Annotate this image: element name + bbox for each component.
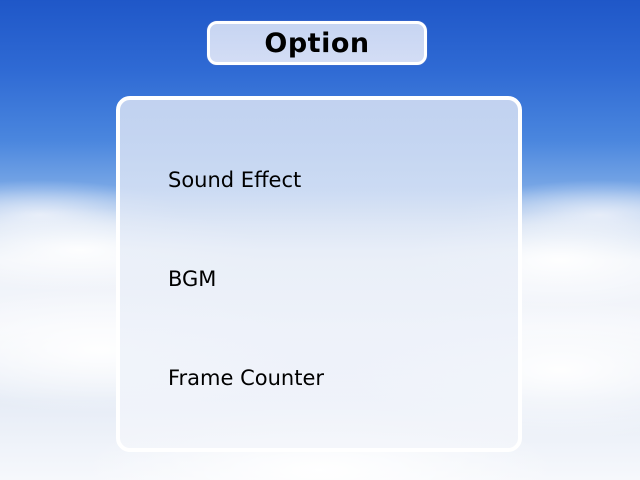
option-bgm[interactable]: BGM: [168, 267, 216, 291]
option-frame-counter[interactable]: Frame Counter: [168, 366, 324, 390]
options-panel: Sound Effect BGM Frame Counter: [116, 96, 522, 452]
title-banner: Option: [207, 21, 427, 65]
screen-title: Option: [264, 27, 370, 59]
option-sound-effect[interactable]: Sound Effect: [168, 168, 301, 192]
